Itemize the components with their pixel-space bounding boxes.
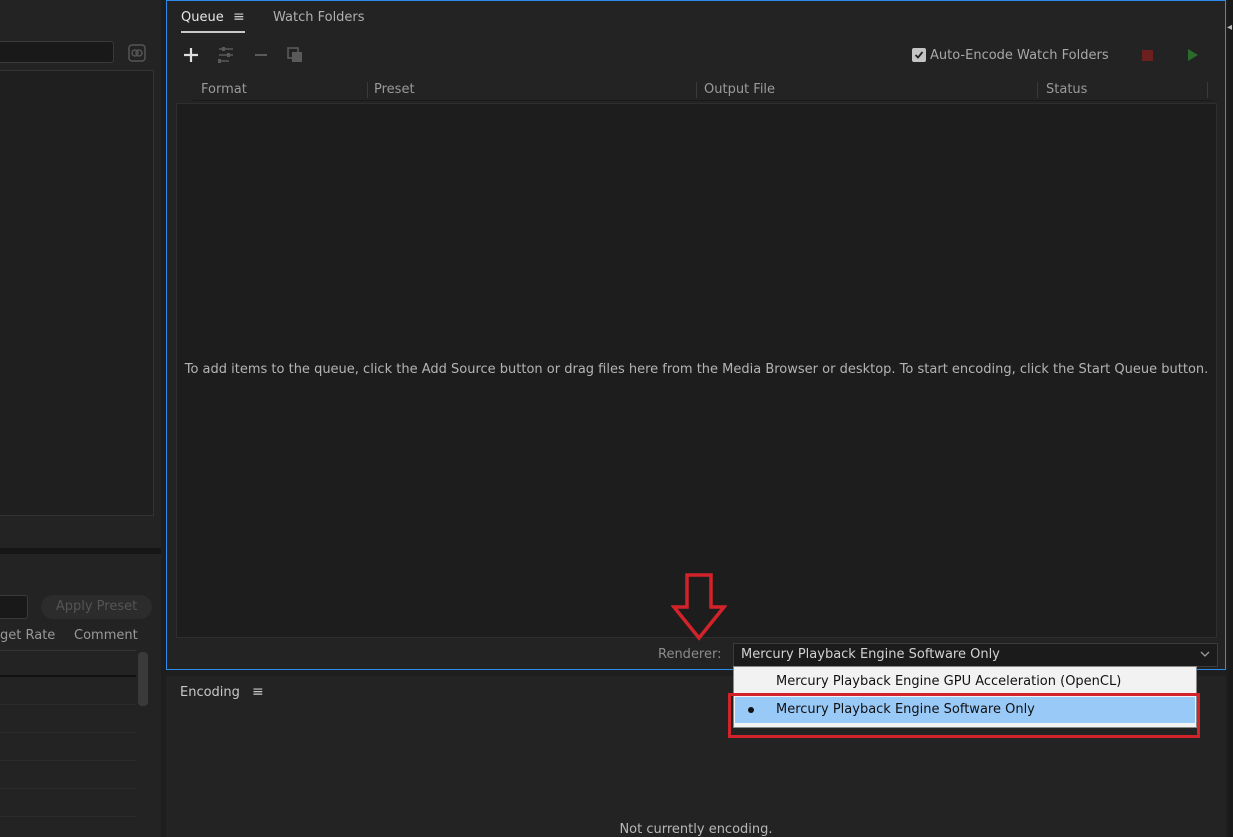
encoding-title: Encoding (180, 685, 240, 700)
grid-row (0, 761, 136, 789)
renderer-selected-value: Mercury Playback Engine Software Only (741, 647, 1000, 662)
column-header-format[interactable]: Format (201, 82, 247, 97)
grid-row (0, 733, 136, 761)
annotation-highlight-box (728, 693, 1200, 738)
column-divider[interactable] (367, 82, 368, 98)
add-icon[interactable] (181, 45, 201, 65)
column-divider[interactable] (1207, 82, 1208, 98)
tab-watch-folders[interactable]: Watch Folders (273, 10, 365, 25)
tab-queue[interactable]: Queue (181, 10, 224, 25)
left-list-area (0, 70, 154, 516)
active-tab-indicator (181, 31, 245, 33)
column-divider[interactable] (1037, 82, 1038, 98)
link-icon[interactable] (127, 43, 147, 63)
renderer-dropdown[interactable]: Mercury Playback Engine Software Only (733, 643, 1218, 667)
renderer-label: Renderer: (658, 647, 722, 662)
left-search-input[interactable] (0, 41, 114, 63)
apply-preset-button[interactable]: Apply Preset (41, 595, 152, 619)
renderer-option-gpu[interactable]: Mercury Playback Engine GPU Acceleration… (735, 669, 1195, 695)
left-grid (0, 650, 136, 837)
queue-drop-area[interactable]: To add items to the queue, click the Add… (176, 103, 1217, 638)
auto-encode-checkbox[interactable] (912, 48, 926, 62)
column-header-preset[interactable]: Preset (374, 82, 415, 97)
column-header-target-rate[interactable]: get Rate (0, 628, 55, 643)
duplicate-icon[interactable] (285, 45, 305, 65)
annotation-arrow-icon (671, 573, 727, 641)
encoding-status: Not currently encoding. (619, 822, 773, 837)
auto-encode-toggle[interactable]: Auto-Encode Watch Folders (912, 46, 1109, 64)
queue-empty-hint: To add items to the queue, click the Add… (184, 362, 1209, 377)
chevron-down-icon (1198, 647, 1212, 661)
auto-encode-label: Auto-Encode Watch Folders (930, 47, 1109, 63)
start-queue-icon[interactable] (1188, 49, 1198, 61)
grid-row (0, 789, 136, 817)
remove-icon[interactable] (251, 45, 271, 65)
column-header-output-file[interactable]: Output File (704, 82, 775, 97)
grid-row (0, 705, 136, 733)
column-divider[interactable] (696, 82, 697, 98)
stop-queue-icon[interactable] (1142, 50, 1153, 61)
preset-input[interactable] (0, 595, 28, 619)
queue-panel: Queue ≡ Watch Folders Auto-Encode Watch … (166, 0, 1226, 670)
queue-column-headers: Format Preset Output File Status (193, 79, 1213, 101)
grid-row (0, 677, 136, 705)
left-scrollbar[interactable] (138, 652, 148, 706)
renderer-option-label: Mercury Playback Engine GPU Acceleration… (776, 674, 1122, 689)
encoding-panel-menu-icon[interactable]: ≡ (252, 684, 264, 700)
settings-icon[interactable] (215, 45, 235, 65)
queue-panel-menu-icon[interactable]: ≡ (233, 9, 245, 25)
column-header-status[interactable]: Status (1046, 82, 1087, 97)
column-header-comment[interactable]: Comment (74, 628, 138, 643)
grid-row (0, 651, 136, 677)
caret-icon: ◂ (1227, 22, 1233, 33)
right-edge-strip (1228, 0, 1233, 837)
